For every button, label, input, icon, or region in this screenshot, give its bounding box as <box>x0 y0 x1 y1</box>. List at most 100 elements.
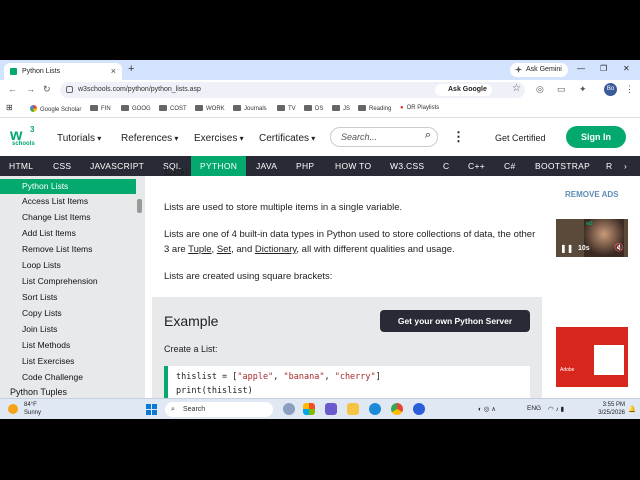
get-certified-link[interactable]: Get Certified <box>495 133 546 143</box>
w3schools-logo[interactable]: w 3 schools <box>9 124 38 150</box>
store-icon[interactable] <box>303 403 315 415</box>
scroll-right-icon[interactable]: › <box>620 161 628 171</box>
sidebar-item-exercises[interactable]: List Exercises <box>22 356 74 366</box>
topnav-python[interactable]: PYTHON <box>191 156 247 176</box>
back-icon[interactable]: ← <box>8 84 17 94</box>
apps-grid-icon[interactable]: ⊞ <box>6 103 13 112</box>
sidebar-item-sort[interactable]: Sort Lists <box>22 292 57 302</box>
extension-icon[interactable]: ◎ <box>536 84 544 95</box>
video-ad[interactable]: w3 ❚❚ 10s 🔇 <box>556 219 628 257</box>
more-menu-icon[interactable]: ⋮ <box>452 129 465 145</box>
notification-bell-icon[interactable]: 🔔 <box>628 405 636 413</box>
nav-tutorials[interactable]: Tutorials <box>57 133 101 144</box>
topnav-cpp[interactable]: C++ <box>468 161 485 171</box>
sidebar-scrollbar[interactable] <box>137 199 142 213</box>
edge-icon[interactable] <box>369 403 381 415</box>
topnav-csharp[interactable]: C# <box>504 161 515 171</box>
set-link[interactable]: Set <box>217 244 231 255</box>
topnav-howto[interactable]: HOW TO <box>335 161 371 171</box>
url-text: w3schools.com/python/python_lists.asp <box>78 86 201 93</box>
taskbar-search[interactable]: ⌕ Search <box>165 402 273 417</box>
teams-icon[interactable] <box>325 403 337 415</box>
sidebar-item-methods[interactable]: List Methods <box>22 340 70 350</box>
sidebar-item-add[interactable]: Add List Items <box>22 228 76 238</box>
topnav-java[interactable]: JAVA <box>256 161 277 171</box>
puzzle-icon[interactable]: ✦ <box>579 84 587 95</box>
sidebar-item-access[interactable]: Access List Items <box>22 196 88 206</box>
bookmark-reading[interactable]: Reading <box>358 105 391 112</box>
topnav-bootstrap[interactable]: BOOTSTRAP <box>535 161 590 171</box>
mute-icon[interactable]: 🔇 <box>614 243 624 252</box>
nav-exercises[interactable]: Exercises <box>194 133 244 144</box>
sidebar-item-copy[interactable]: Copy Lists <box>22 308 62 318</box>
folder-icon <box>304 105 312 111</box>
bookmark-work[interactable]: WORK <box>195 105 225 112</box>
search-input[interactable]: Search... ⌕ <box>330 127 438 147</box>
profile-avatar[interactable]: Bo <box>604 83 617 96</box>
nav-references[interactable]: References <box>121 133 178 144</box>
bookmark-journals[interactable]: Journals <box>233 105 267 112</box>
sidebar-item-remove[interactable]: Remove List Items <box>22 244 92 254</box>
bookmark-or-playlists[interactable]: ● OR Playlists <box>400 105 439 111</box>
bookmark-ds[interactable]: DS <box>304 105 323 112</box>
windows-start-icon[interactable] <box>146 404 157 415</box>
chrome-icon[interactable] <box>391 403 403 415</box>
sun-icon <box>8 404 18 414</box>
nav-certificates[interactable]: Certificates <box>259 133 315 144</box>
clock[interactable]: 3:55 PM 3/25/2026 <box>591 401 625 417</box>
tray-icons[interactable]: ◐ ◎ ∧ <box>478 405 496 413</box>
w3schools-favicon-icon <box>10 68 17 75</box>
topnav-w3css[interactable]: W3.CSS <box>390 161 424 171</box>
dictionary-link[interactable]: Dictionary <box>255 244 297 255</box>
bookmark-js[interactable]: JS <box>332 105 350 112</box>
close-window-icon[interactable]: ✕ <box>623 64 630 73</box>
zoom-icon[interactable] <box>413 403 425 415</box>
code-string: "apple" <box>237 372 274 382</box>
tuple-link[interactable]: Tuple <box>188 244 211 255</box>
forward-icon[interactable]: → <box>26 84 35 94</box>
topnav-css[interactable]: CSS <box>53 161 71 171</box>
ask-google-button[interactable]: Ask Google <box>435 84 492 96</box>
site-info-icon[interactable] <box>66 86 73 93</box>
weather-widget[interactable]: 84°F Sunny <box>8 401 41 417</box>
topnav-php[interactable]: PHP <box>296 161 314 171</box>
chat-icon[interactable]: ▭ <box>557 84 566 95</box>
close-tab-icon[interactable]: × <box>111 66 116 76</box>
tab-python-lists[interactable]: Python Lists × <box>4 63 122 80</box>
bookmark-google-scholar[interactable]: Google Scholar <box>30 105 81 113</box>
new-tab-button[interactable]: + <box>128 63 134 75</box>
sidebar-item-change[interactable]: Change List Items <box>22 212 91 222</box>
menu-dots-icon[interactable]: ⋮ <box>625 84 634 95</box>
bookmark-label: TV <box>288 106 296 112</box>
bookmark-tv[interactable]: TV <box>277 105 296 112</box>
remove-ads-link[interactable]: REMOVE ADS <box>565 190 619 199</box>
topnav-r[interactable]: R <box>606 161 612 171</box>
search-icon[interactable]: ⌕ <box>425 129 431 142</box>
sidebar-item-challenge[interactable]: Code Challenge <box>22 372 83 382</box>
ad-banner[interactable]: Adobe <box>556 327 628 387</box>
minimize-icon[interactable]: — <box>577 64 585 73</box>
pause-icon[interactable]: ❚❚ <box>560 244 573 253</box>
topnav-html[interactable]: HTML <box>9 161 33 171</box>
reload-icon[interactable]: ↻ <box>43 84 51 95</box>
address-bar[interactable]: w3schools.com/python/python_lists.asp As… <box>60 82 525 98</box>
sign-in-button[interactable]: Sign In <box>566 126 626 148</box>
topnav-c[interactable]: C <box>443 161 449 171</box>
bookmark-cost[interactable]: COST <box>159 105 187 112</box>
bookmark-fin[interactable]: FIN <box>90 105 111 112</box>
wifi-volume-battery-icon[interactable]: ◠ ♪ ▮ <box>548 405 564 413</box>
get-own-server-button[interactable]: Get your own Python Server <box>380 310 530 332</box>
bookmark-goog[interactable]: GOOG <box>121 105 151 112</box>
sidebar-item-comprehension[interactable]: List Comprehension <box>22 276 98 286</box>
topnav-javascript[interactable]: JAVASCRIPT <box>90 161 144 171</box>
file-explorer-icon[interactable] <box>347 403 359 415</box>
sidebar-item-loop[interactable]: Loop Lists <box>22 260 61 270</box>
language-indicator[interactable]: ENG <box>527 405 541 412</box>
sidebar-item-python-lists[interactable]: Python Lists <box>0 179 136 194</box>
ask-gemini-button[interactable]: Ask Gemini <box>510 63 568 77</box>
bookmark-star-icon[interactable]: ☆ <box>512 83 521 94</box>
restore-icon[interactable]: ❐ <box>600 64 607 73</box>
sidebar-item-join[interactable]: Join Lists <box>22 324 57 334</box>
copilot-icon[interactable] <box>283 403 295 415</box>
sidebar-item-python-tuples[interactable]: Python Tuples <box>10 387 67 397</box>
